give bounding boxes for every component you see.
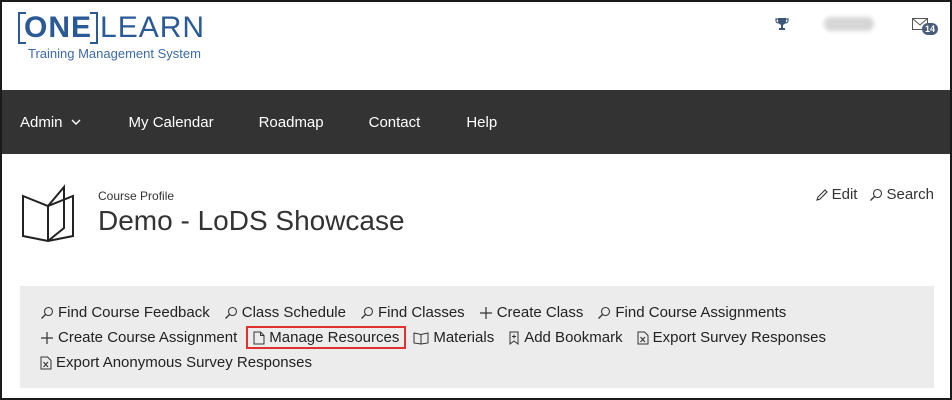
plus-icon bbox=[41, 331, 53, 344]
link-label: Find Course Feedback bbox=[58, 304, 210, 321]
edit-button[interactable]: Edit bbox=[815, 186, 858, 203]
search-icon bbox=[224, 306, 237, 319]
nav-item-my-calendar[interactable]: My Calendar bbox=[129, 114, 214, 131]
link-label: Create Class bbox=[496, 304, 584, 321]
add-bookmark-link[interactable]: Add Bookmark bbox=[508, 329, 623, 346]
nav-item-label: Contact bbox=[368, 113, 421, 131]
document-icon bbox=[253, 331, 265, 344]
link-label: Add Bookmark bbox=[524, 329, 623, 346]
tools-row-2: Create Course Assignment Manage Resource… bbox=[40, 325, 934, 350]
site-header: ONE LEARN Training Management System 14 bbox=[2, 2, 950, 90]
search-icon bbox=[41, 306, 54, 319]
nav-item-admin[interactable]: Admin bbox=[20, 114, 81, 131]
app-window: ONE LEARN Training Management System 14 bbox=[0, 0, 952, 400]
link-label: Export Anonymous Survey Responses bbox=[56, 354, 312, 371]
mail-button[interactable]: 14 bbox=[912, 17, 939, 35]
nav-item-roadmap[interactable]: Roadmap bbox=[259, 114, 324, 131]
excel-file-icon bbox=[40, 356, 52, 369]
export-survey-responses-link[interactable]: Export Survey Responses bbox=[637, 329, 826, 346]
nav-item-label: Roadmap bbox=[258, 113, 324, 131]
breadcrumb: Course Profile bbox=[98, 189, 175, 203]
excel-file-icon bbox=[637, 331, 649, 344]
nav-item-label: Admin bbox=[20, 113, 63, 131]
nav-item-label: My Calendar bbox=[128, 113, 214, 131]
search-button[interactable]: Search bbox=[869, 186, 934, 203]
book-icon bbox=[413, 331, 429, 345]
logo-bracket-right bbox=[90, 12, 99, 44]
materials-link[interactable]: Materials bbox=[413, 329, 494, 346]
create-class-link[interactable]: Create Class bbox=[479, 304, 584, 321]
nav-item-contact[interactable]: Contact bbox=[369, 114, 421, 131]
link-label: Find Course Assignments bbox=[615, 304, 787, 321]
onelearn-logo[interactable]: ONE LEARN Training Management System bbox=[18, 11, 206, 61]
class-schedule-link[interactable]: Class Schedule bbox=[224, 304, 346, 321]
tools-row-1: Find Course Feedback Class Schedule Find… bbox=[40, 300, 934, 325]
user-name-blurred[interactable] bbox=[824, 17, 874, 31]
logo-subtitle: Training Management System bbox=[28, 46, 201, 61]
mail-count-badge: 14 bbox=[922, 23, 939, 35]
logo-learn-text: LEARN bbox=[100, 11, 206, 44]
search-icon bbox=[598, 306, 611, 319]
course-actions: Edit Search bbox=[815, 186, 934, 203]
header-utilities: 14 bbox=[774, 14, 939, 35]
search-icon bbox=[870, 188, 883, 201]
search-icon bbox=[361, 306, 374, 319]
chevron-down-icon bbox=[71, 119, 81, 125]
export-anonymous-survey-responses-link[interactable]: Export Anonymous Survey Responses bbox=[40, 354, 312, 371]
find-course-assignments-link[interactable]: Find Course Assignments bbox=[597, 304, 786, 321]
link-label: Class Schedule bbox=[241, 304, 346, 321]
logo-one-text: ONE bbox=[24, 11, 93, 44]
link-label: Export Survey Responses bbox=[652, 329, 827, 346]
course-tools-panel: Find Course Feedback Class Schedule Find… bbox=[20, 286, 934, 388]
link-label: Manage Resources bbox=[269, 329, 400, 346]
trophy-icon[interactable] bbox=[774, 16, 790, 32]
nav-item-label: Help bbox=[466, 113, 498, 131]
page-title: Demo - LoDS Showcase bbox=[98, 205, 405, 236]
open-book-icon bbox=[22, 184, 74, 242]
nav-item-help[interactable]: Help bbox=[466, 114, 497, 131]
find-classes-link[interactable]: Find Classes bbox=[360, 304, 465, 321]
tools-row-3: Export Anonymous Survey Responses bbox=[40, 350, 934, 375]
search-label: Search bbox=[886, 186, 934, 203]
create-course-assignment-link[interactable]: Create Course Assignment bbox=[40, 329, 237, 346]
link-label: Create Course Assignment bbox=[58, 329, 238, 346]
manage-resources-link[interactable]: Manage Resources bbox=[246, 326, 407, 349]
main-navbar: Admin My Calendar Roadmap Contact Help bbox=[2, 90, 950, 154]
logo-bracket-left bbox=[18, 12, 26, 44]
plus-icon bbox=[479, 306, 492, 319]
edit-label: Edit bbox=[831, 186, 858, 203]
link-label: Find Classes bbox=[377, 304, 465, 321]
logo-one: ONE bbox=[18, 11, 99, 44]
link-label: Materials bbox=[433, 329, 495, 346]
bookmark-icon bbox=[509, 331, 519, 345]
pencil-icon bbox=[815, 188, 828, 201]
find-course-feedback-link[interactable]: Find Course Feedback bbox=[40, 304, 210, 321]
